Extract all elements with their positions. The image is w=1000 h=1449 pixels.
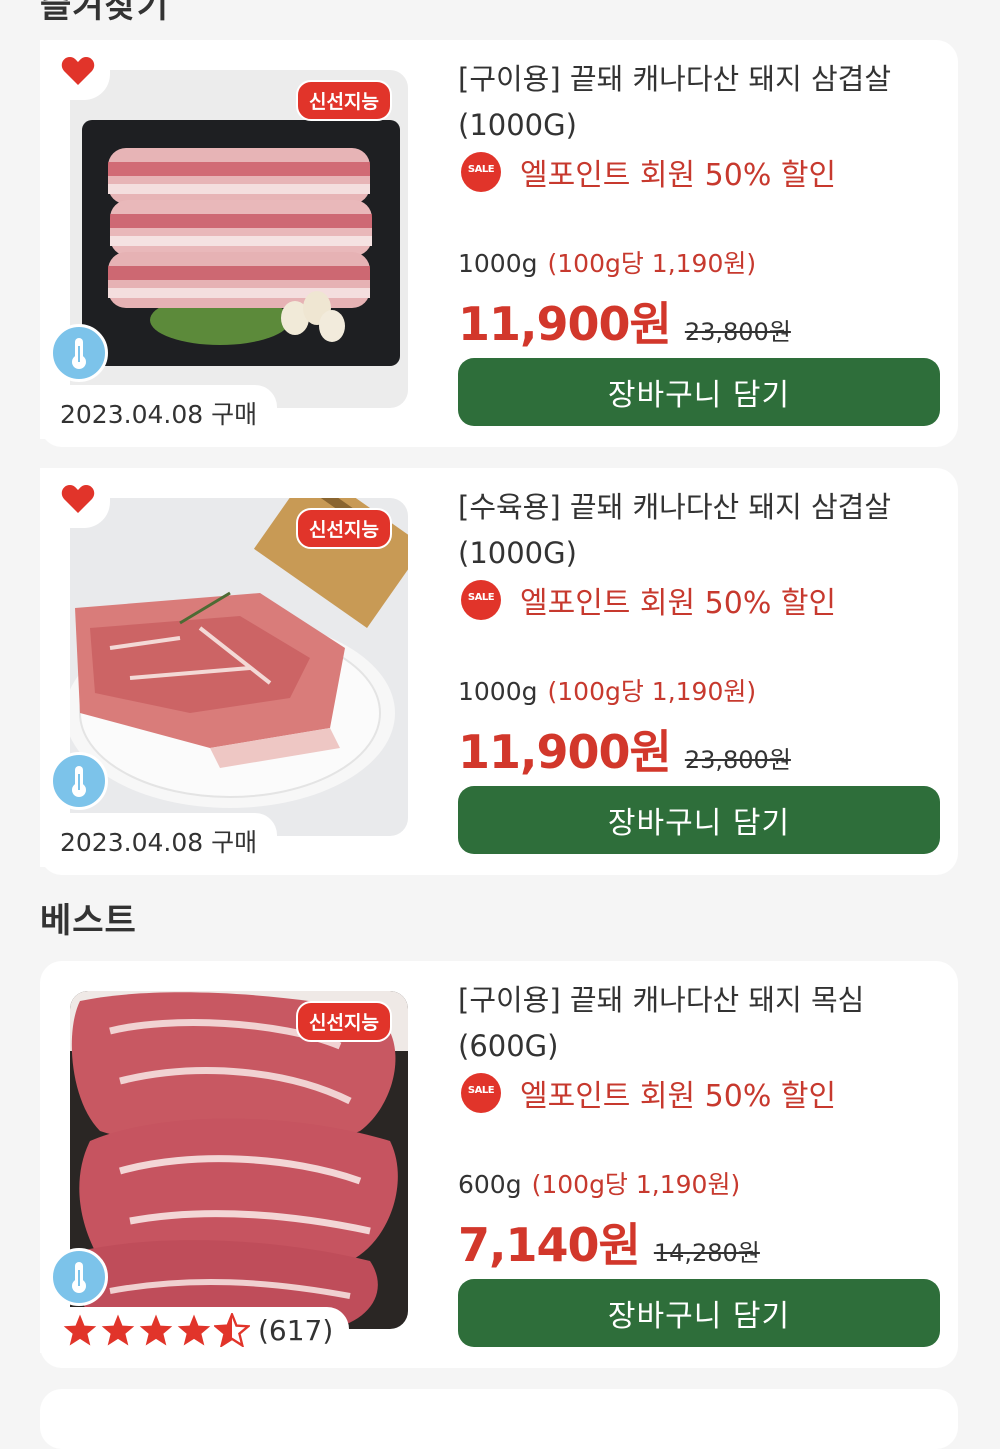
unit-info: 1000g (100g당 1,190원) [458,672,756,708]
product-name[interactable]: [수육용] 끝돼 캐나다산 돼지 삼겹살 (1000G) [458,484,938,576]
promo-row: SALE 엘포인트 회원 50% 할인 [460,150,836,194]
sale-price: 7,140원 [458,1218,641,1272]
unit-info: 1000g (100g당 1,190원) [458,244,756,280]
star-icon [177,1314,211,1346]
thermometer-icon [50,1248,108,1306]
price-row: 11,900원 23,800원 [458,288,791,354]
original-price: 14,280원 [653,1239,760,1267]
favorites-section-title: 즐겨찾기 [40,0,170,26]
heart-icon [61,485,95,513]
promo-text: 엘포인트 회원 50% 할인 [520,586,837,621]
rating-stars [62,1313,250,1347]
unit-price: (100g당 1,190원) [547,249,757,278]
sale-icon: SALE [460,151,502,193]
product-name[interactable]: [구이용] 끝돼 캐나다산 돼지 목심 (600G) [458,977,938,1069]
thermometer-icon [50,324,108,382]
add-to-cart-button[interactable]: 장바구니 담기 [458,786,940,854]
promo-row: SALE 엘포인트 회원 50% 할인 [460,1071,836,1115]
original-price: 23,800원 [684,318,791,346]
price-row: 11,900원 23,800원 [458,716,791,782]
original-price: 23,800원 [684,746,791,774]
fresh-badge: 신선지능 [296,1001,392,1042]
half-star-icon [214,1313,250,1347]
unit-info: 600g (100g당 1,190원) [458,1165,740,1201]
rating[interactable]: (617) [40,1307,350,1353]
promo-text: 엘포인트 회원 50% 할인 [520,158,837,193]
heart-icon [61,57,95,85]
product-card[interactable]: 신선지능 2023.04.08 구매 [구이용] 끝돼 캐나다산 돼지 삼겹살 … [40,40,958,447]
promo-text: 엘포인트 회원 50% 할인 [520,1079,837,1114]
favorite-toggle[interactable] [40,468,110,528]
unit-price: (100g당 1,190원) [531,1170,741,1199]
promo-row: SALE 엘포인트 회원 50% 할인 [460,578,836,622]
fresh-badge: 신선지능 [296,508,392,549]
weight: 1000g [458,677,538,706]
product-card[interactable]: 신선지능 2023.04.08 구매 [수육용] 끝돼 캐나다산 돼지 삼겹살 … [40,468,958,875]
best-section-title: 베스트 [40,901,137,941]
purchase-date: 2023.04.08 구매 [40,385,278,439]
favorite-toggle[interactable] [40,40,110,100]
add-to-cart-button[interactable]: 장바구니 담기 [458,1279,940,1347]
price-row: 7,140원 14,280원 [458,1209,760,1275]
sale-icon: SALE [460,579,502,621]
weight: 600g [458,1170,522,1199]
sale-price: 11,900원 [458,297,672,351]
product-card[interactable] [40,1389,958,1449]
star-icon [63,1314,97,1346]
sale-icon: SALE [460,1072,502,1114]
add-to-cart-button[interactable]: 장바구니 담기 [458,358,940,426]
weight: 1000g [458,249,538,278]
star-icon [139,1314,173,1346]
star-icon [101,1314,135,1346]
sale-price: 11,900원 [458,725,672,779]
purchase-date: 2023.04.08 구매 [40,813,278,867]
fresh-badge: 신선지능 [296,80,392,121]
thermometer-icon [50,752,108,810]
review-count: (617) [258,1313,334,1347]
product-card[interactable]: 신선지능 (617) [구이용] 끝돼 캐나다산 돼지 목심 (600G) SA… [40,961,958,1368]
product-name[interactable]: [구이용] 끝돼 캐나다산 돼지 삼겹살 (1000G) [458,56,938,148]
unit-price: (100g당 1,190원) [547,677,757,706]
